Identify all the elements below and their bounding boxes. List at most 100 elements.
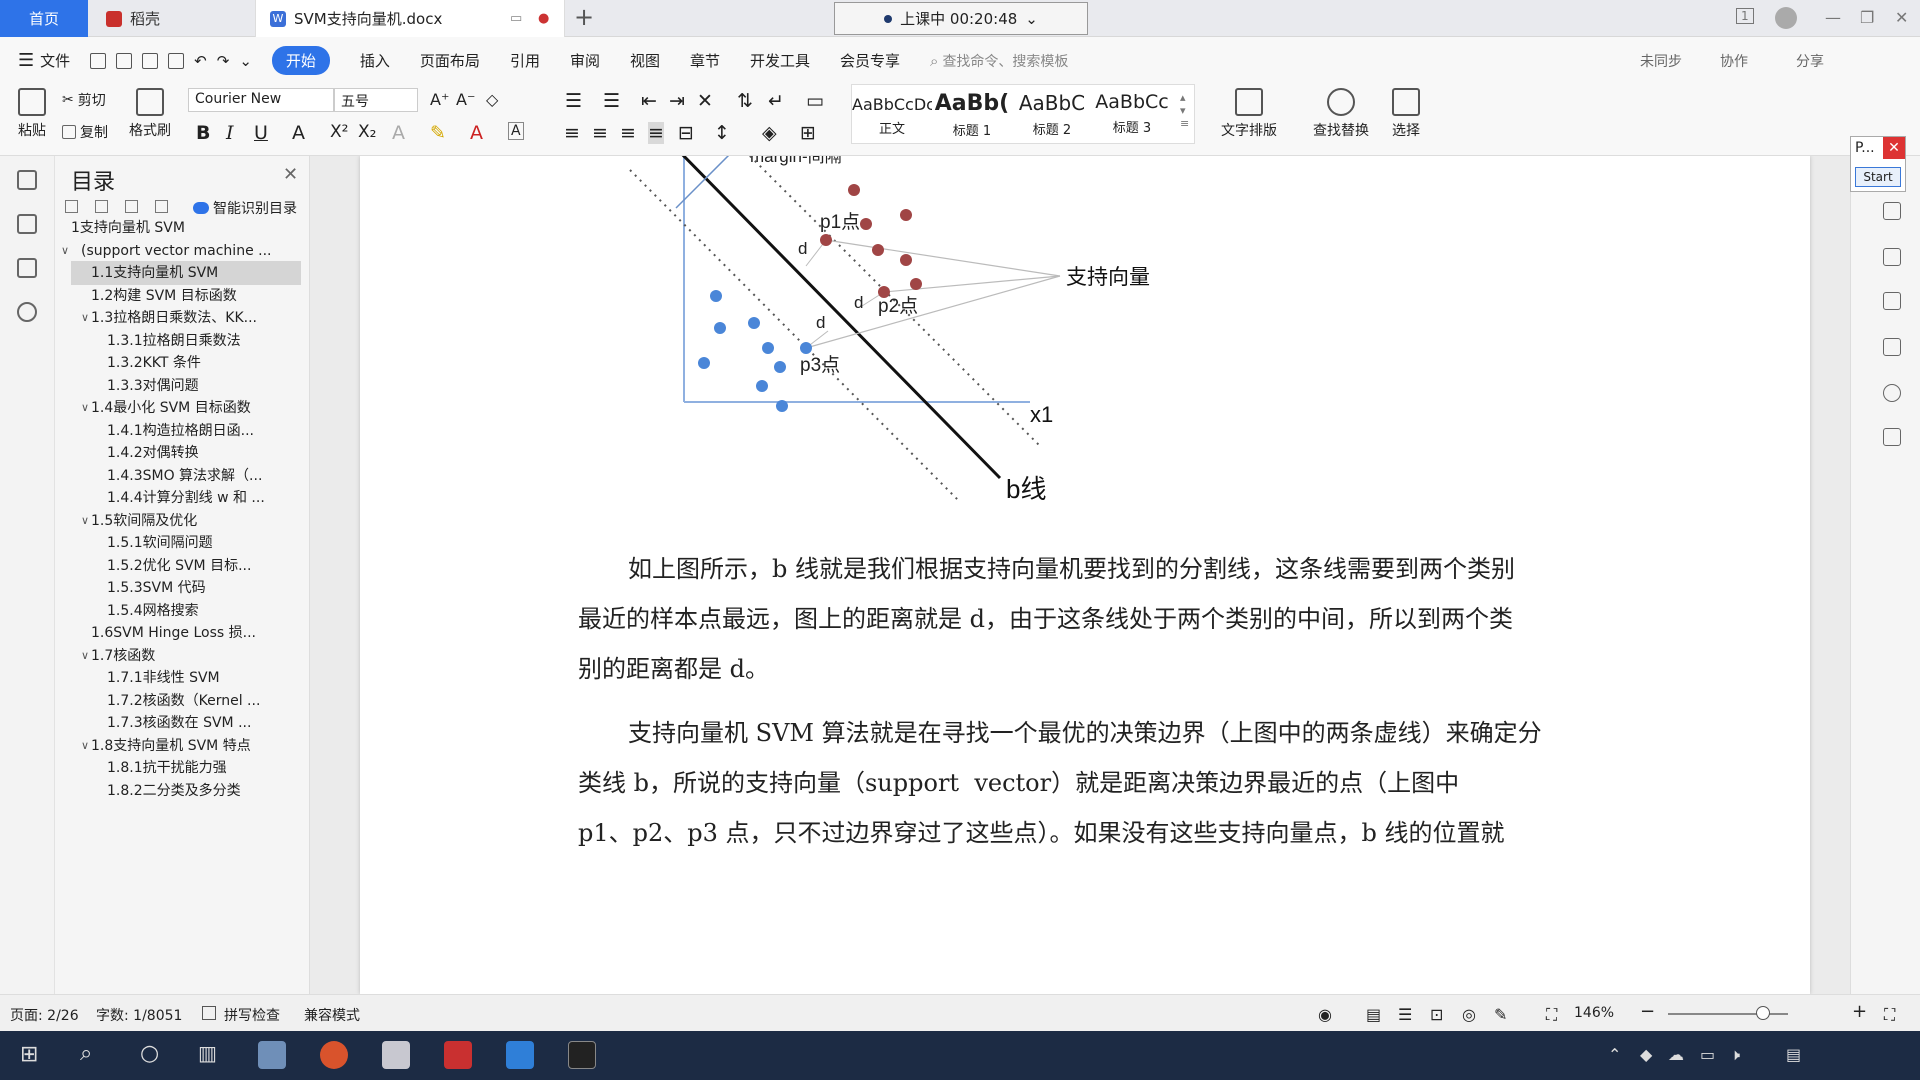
ruler-icon[interactable]: ▭ [806, 90, 824, 112]
toc-expand-chevron-icon[interactable]: ∨ [81, 311, 89, 324]
menu-member[interactable]: 会员专享 [840, 50, 900, 71]
menu-developer[interactable]: 开发工具 [750, 50, 810, 71]
text-layout-button[interactable]: 文字排版 [1212, 86, 1286, 140]
clear-format-icon[interactable]: ◇ [486, 90, 498, 109]
tab-home[interactable]: 首页 [0, 0, 88, 37]
annotate-icon[interactable]: ✎ [1494, 1005, 1507, 1024]
toc-item[interactable]: 1支持向量机 SVM [71, 216, 300, 240]
collapse-all-icon[interactable] [95, 200, 108, 213]
align-left-icon[interactable]: ≡ [564, 122, 580, 144]
fit-page-icon[interactable]: ⛶ [1546, 1005, 1557, 1025]
find-replace-button[interactable]: 查找替换 [1304, 86, 1378, 140]
menu-insert[interactable]: 插入 [360, 50, 390, 71]
fullscreen-icon[interactable]: ⛶ [1884, 1005, 1895, 1025]
toc-item[interactable]: 1.7.2核函数（Kernel ... [107, 689, 300, 713]
grow-font-icon[interactable]: A⁺ [430, 90, 449, 109]
toc-item[interactable]: 1.7.1非线性 SVM [107, 666, 300, 690]
line-spacing-icon[interactable]: ↕ [714, 122, 730, 144]
export-icon[interactable] [116, 52, 133, 69]
toc-panel-icon[interactable] [17, 170, 37, 190]
char-border-icon[interactable]: A [508, 122, 524, 140]
menu-file[interactable]: 文件 [40, 50, 70, 71]
hamburger-icon[interactable]: ☰ [18, 50, 34, 71]
image-tool-icon[interactable] [1883, 428, 1901, 446]
show-marks-icon[interactable]: ↵ [768, 90, 784, 112]
style-heading-2[interactable]: AaBbC 标题 2 [1012, 85, 1092, 145]
player-icon[interactable] [506, 1041, 534, 1069]
menu-page-layout[interactable]: 页面布局 [420, 50, 480, 71]
toc-expand-chevron-icon[interactable]: ∨ [81, 514, 89, 527]
paragraph-1-line-1[interactable]: 如上图所示，b 线就是我们根据支持向量机要找到的分割线，这条线需要到两个类别 [578, 544, 1588, 594]
decrease-indent-icon[interactable]: ⇤ [641, 90, 657, 112]
menu-view[interactable]: 视图 [630, 50, 660, 71]
wps-icon[interactable] [444, 1041, 472, 1069]
smart-toc-button[interactable]: 智能识别目录 [193, 198, 297, 218]
toc-item[interactable]: 1.2构建 SVM 目标函数 [91, 284, 300, 308]
notification-icon[interactable]: ▤ [1786, 1045, 1801, 1064]
toc-item[interactable]: 1.5.2优化 SVM 目标... [107, 554, 300, 578]
zoom-level[interactable]: 146% [1574, 1005, 1614, 1021]
strikethrough-icon[interactable]: A [292, 122, 305, 144]
borders-icon[interactable]: ⊞ [800, 122, 816, 144]
paste-button[interactable]: 粘贴 [12, 86, 52, 140]
toc-item[interactable]: 1.4.1构造拉格朗日函... [107, 419, 300, 443]
toc-expand-chevron-icon[interactable]: ∨ [81, 739, 89, 752]
paragraph-2-line-2[interactable]: 类线 b，所说的支持向量（support vector）就是距离决策边界最近的点… [578, 758, 1588, 808]
sync-status[interactable]: 未同步 [1640, 51, 1682, 71]
collab-button[interactable]: 协作 [1720, 51, 1748, 71]
rocket-icon[interactable] [1883, 202, 1901, 220]
style-heading-1[interactable]: AaBb(标题 1 [932, 85, 1012, 145]
font-size-select[interactable]: 五号 [334, 88, 418, 112]
text-effect-icon[interactable]: A [392, 122, 405, 144]
toc-item[interactable]: 1.3拉格朗日乘数法、KK... [91, 306, 300, 330]
toc-item[interactable]: 1.7核函数 [91, 644, 300, 668]
toc-item[interactable]: 1.8.1抗干扰能力强 [107, 756, 300, 780]
minimize-icon[interactable]: — [1825, 8, 1841, 27]
checkbox-icon[interactable] [202, 1006, 216, 1020]
copy-button[interactable]: 复制 [62, 122, 108, 142]
recorder-app-icon[interactable] [382, 1041, 410, 1069]
toc-item[interactable]: 1.4最小化 SVM 目标函数 [91, 396, 300, 420]
toc-item[interactable]: 1.7.3核函数在 SVM ... [107, 711, 300, 735]
help-icon[interactable] [1883, 384, 1901, 402]
chrome-icon[interactable] [320, 1041, 348, 1069]
terminal-icon[interactable] [568, 1041, 596, 1069]
styles-more-icon[interactable]: ▴ ▾ ≡ [1180, 91, 1189, 130]
toc-item[interactable]: (support vector machine ... [81, 239, 300, 263]
redo-icon[interactable]: ↷ [217, 52, 230, 70]
toc-item[interactable]: 1.8支持向量机 SVM 特点 [91, 734, 300, 758]
network-icon[interactable]: ▭ [1700, 1045, 1715, 1064]
toc-item[interactable]: 1.4.3SMO 算法求解（... [107, 464, 300, 488]
toc-item[interactable]: 1.5.4网格搜索 [107, 599, 300, 623]
style-normal[interactable]: AaBbCcDc 正文 [852, 85, 932, 145]
toc-item[interactable]: 1.3.3对偶问题 [107, 374, 300, 398]
style-heading-3[interactable]: AaBbCc 标题 3 [1092, 85, 1172, 145]
command-search[interactable]: 查找命令、搜索模板 [942, 51, 1068, 71]
align-right-icon[interactable]: ≡ [620, 122, 636, 144]
print-icon[interactable] [142, 52, 159, 69]
paragraph-1-line-3[interactable]: 别的距离都是 d。 [578, 644, 1588, 694]
meeting-timer[interactable]: 上课中 00:20:48 ⌄ [834, 2, 1088, 35]
select-button[interactable]: 选择 [1384, 86, 1428, 140]
paragraph-2-line-3[interactable]: p1、p2、p3 点，只不过边界穿过了这些点）。如果没有这些支持向量点，b 线的… [578, 808, 1588, 858]
pen-icon[interactable] [1883, 248, 1901, 266]
superscript-icon[interactable]: X² [330, 122, 348, 142]
web-view-icon[interactable]: ◎ [1462, 1005, 1476, 1024]
document-page[interactable]: margin-间隔 x1 p1点 p2点 p3点 d d d 支持向量 b线 如… [360, 156, 1810, 994]
toc-item[interactable]: 1.5.3SVM 代码 [107, 576, 300, 600]
chinese-layout-icon[interactable]: ✕ [697, 90, 713, 112]
toc-item[interactable]: 1.3.2KKT 条件 [107, 351, 300, 375]
volume-icon[interactable]: 🕨 [1730, 1045, 1740, 1065]
toc-item[interactable]: 1.4.4计算分割线 w 和 ... [107, 486, 300, 510]
bullet-list-icon[interactable]: ☰ [565, 90, 582, 112]
toc-item[interactable]: 1.8.2二分类及多分类 [107, 779, 300, 803]
onedrive-icon[interactable]: ☁ [1668, 1045, 1684, 1064]
avatar[interactable] [1775, 7, 1797, 29]
font-name-select[interactable]: Courier New [188, 88, 334, 112]
tray-chevron-icon[interactable]: ⌃ [1608, 1045, 1621, 1064]
numbered-list-icon[interactable]: ☰ [603, 90, 620, 112]
menu-chapter[interactable]: 章节 [690, 50, 720, 71]
cortana-icon[interactable]: ○ [140, 1041, 159, 1066]
spell-check[interactable]: 拼写检查 [224, 1005, 280, 1025]
subscript-icon[interactable]: X₂ [358, 122, 376, 142]
